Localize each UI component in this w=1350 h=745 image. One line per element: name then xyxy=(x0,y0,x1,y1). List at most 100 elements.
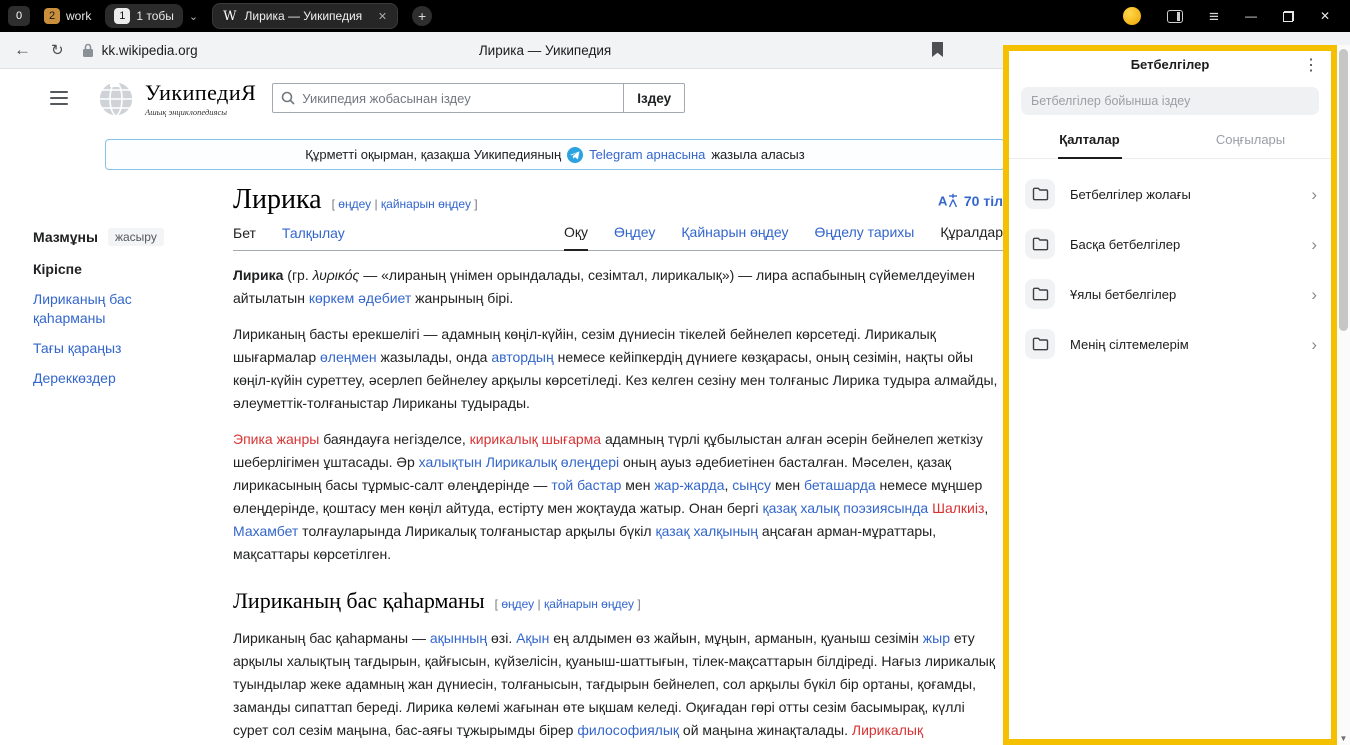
article-link[interactable]: ақынның xyxy=(430,630,487,646)
toc-item-references[interactable]: Дереккөздер xyxy=(33,369,183,388)
tab-recent[interactable]: Соңғылары xyxy=(1170,123,1331,158)
page-scrollbar[interactable]: ▼ xyxy=(1337,45,1350,745)
article-link[interactable]: жар-жарда xyxy=(654,477,724,493)
table-of-contents: Мазмұны жасыру Кіріспе Лириканың бас қаһ… xyxy=(33,184,233,745)
article-link[interactable]: қазақ халқының xyxy=(655,523,757,539)
page-tab-history[interactable]: Өңделу тарихы xyxy=(814,224,914,250)
folder-icon xyxy=(1025,229,1055,259)
folder-label: Ұялы бетбелгілер xyxy=(1070,287,1296,302)
article-link[interactable]: той бастар xyxy=(551,477,621,493)
folder-mobile-bookmarks[interactable]: Ұялы бетбелгілер › xyxy=(1009,269,1331,319)
page-tab-read[interactable]: Оқу xyxy=(564,224,588,251)
article-red-link[interactable]: кирикалық шығарма xyxy=(470,431,601,447)
page-tab-talk[interactable]: Талқылау xyxy=(282,225,345,250)
folder-label: Басқа бетбелгілер xyxy=(1070,237,1296,252)
browser-window: 0 2 work 1 1 тобы ⌄ W Лирика — Уикипедия… xyxy=(0,0,1350,745)
article-text: Лириканың бас қаһарманы — xyxy=(233,630,430,646)
bookmark-flag-icon[interactable] xyxy=(932,42,943,57)
reload-button[interactable]: ↻ xyxy=(51,41,64,59)
article-red-link[interactable]: Шалкиіз xyxy=(932,500,984,516)
window-minimize-button[interactable]: — xyxy=(1245,9,1257,23)
kebab-menu-icon[interactable]: ⋮ xyxy=(1303,55,1319,75)
language-selector-button[interactable]: A 70 тіл xyxy=(938,193,1003,209)
active-tab[interactable]: W Лирика — Уикипедия ✕ xyxy=(212,3,398,29)
wiki-hamburger-icon[interactable] xyxy=(50,91,68,105)
window-close-button[interactable]: ✕ xyxy=(1320,9,1330,23)
article-red-link[interactable]: Эпика жанры xyxy=(233,431,319,447)
toc-hide-button[interactable]: жасыру xyxy=(108,228,164,246)
window-maximize-button[interactable] xyxy=(1283,11,1294,22)
tab-group-current-label: 1 тобы xyxy=(136,9,174,23)
folder-label: Бетбелгілер жолағы xyxy=(1070,187,1296,202)
tab-counter-badge[interactable]: 0 xyxy=(8,6,30,26)
article-link[interactable]: халықтын xyxy=(419,454,482,470)
chevron-right-icon: › xyxy=(1311,336,1317,353)
scrollbar-thumb[interactable] xyxy=(1339,49,1348,331)
wiki-search-button[interactable]: Іздеу xyxy=(623,83,685,113)
wiki-logo-title: УикипедиЯ xyxy=(145,80,256,106)
page-tab-edit[interactable]: Өңдеу xyxy=(614,224,655,250)
scrollbar-down-icon[interactable]: ▼ xyxy=(1337,734,1350,743)
new-tab-button[interactable]: + xyxy=(412,6,432,26)
article-text: өзі. xyxy=(487,630,516,646)
edit-source-link[interactable]: қайнарын өңдеу xyxy=(544,597,634,611)
edit-source-link[interactable]: қайнарын өңдеу xyxy=(381,197,471,211)
tab-folders[interactable]: Қалталар xyxy=(1009,123,1170,158)
bracket: [ xyxy=(332,197,335,211)
bookmarks-search-input[interactable] xyxy=(1031,94,1309,108)
wiki-search-input[interactable] xyxy=(302,91,615,106)
title-edit-links: [ өңдеу | қайнарын өңдеу ] xyxy=(332,197,478,211)
article-text: ой маңына жинақталады. xyxy=(679,722,852,738)
article-link[interactable]: Махамбет xyxy=(233,523,298,539)
tab-close-icon[interactable]: ✕ xyxy=(378,10,387,23)
edit-link[interactable]: өңдеу xyxy=(338,197,371,211)
banner-text-after: жазыла аласыз xyxy=(711,147,804,162)
article-link[interactable]: қазақ халық поэзиясында xyxy=(762,500,928,516)
article-link[interactable]: өлеңмен xyxy=(320,349,377,365)
telegram-channel-link[interactable]: Telegram арнасына xyxy=(589,147,705,162)
page-tab-edit-source[interactable]: Қайнарын өңдеу xyxy=(681,224,788,250)
back-button[interactable]: ← xyxy=(14,40,31,60)
article-paragraph: Эпика жанры баяндауға негізделсе, кирика… xyxy=(233,428,1003,566)
article-link[interactable]: жыр xyxy=(923,630,950,646)
edit-link[interactable]: өңдеу xyxy=(501,597,534,611)
language-icon: A xyxy=(938,193,958,208)
lock-icon xyxy=(82,43,94,58)
article-link[interactable]: беташарда xyxy=(804,477,876,493)
toc-item-main-character[interactable]: Лириканың бас қаһарманы xyxy=(33,290,183,328)
wikipedia-logo-lockup[interactable]: УикипедиЯ Ашық энциклопедиясы xyxy=(96,78,256,118)
article-link[interactable]: автордың xyxy=(491,349,553,365)
article-link[interactable]: философиялық xyxy=(577,722,679,738)
article-main: Лирика [ өңдеу | қайнарын өңдеу ] xyxy=(233,184,1003,745)
site-security-chip[interactable]: kk.wikipedia.org xyxy=(82,43,198,58)
toc-item-see-also[interactable]: Тағы қараңыз xyxy=(33,339,183,358)
article-text: λυρικός xyxy=(313,267,360,283)
page-tabs: Бет Талқылау Оқу Өңдеу Қайнарын өңдеу Өң… xyxy=(233,224,1003,251)
bookmarks-panel: Бетбелгілер ⋮ Қалталар Соңғылары Бетбелг… xyxy=(1003,45,1337,745)
article-link[interactable]: Ақын xyxy=(516,630,549,646)
chevron-right-icon: › xyxy=(1311,236,1317,253)
page-tab-article[interactable]: Бет xyxy=(233,225,256,250)
article-text: мен xyxy=(771,477,804,493)
folder-bookmarks-bar[interactable]: Бетбелгілер жолағы › xyxy=(1009,169,1331,219)
page-tab-tools[interactable]: Құралдар xyxy=(940,224,1003,250)
search-icon xyxy=(281,91,295,105)
wikipedia-favicon: W xyxy=(223,9,236,24)
browser-tab-bar: 0 2 work 1 1 тобы ⌄ W Лирика — Уикипедия… xyxy=(0,0,1350,32)
browser-menu-icon[interactable]: ≡ xyxy=(1209,8,1219,25)
folder-other-bookmarks[interactable]: Басқа бетбелгілер › xyxy=(1009,219,1331,269)
article-link[interactable]: сыңсу xyxy=(732,477,771,493)
folder-icon xyxy=(1025,179,1055,209)
tab-group-work[interactable]: 2 work xyxy=(44,8,91,24)
side-panel-icon[interactable] xyxy=(1167,10,1183,23)
folder-my-links[interactable]: Менің сілтемелерім › xyxy=(1009,319,1331,369)
article-link[interactable]: көркем әдебиет xyxy=(309,290,411,306)
wiki-search: Іздеу xyxy=(272,83,685,113)
assistant-icon[interactable] xyxy=(1123,7,1141,25)
toc-item-intro[interactable]: Кіріспе xyxy=(33,260,183,279)
tab-group-dropdown-icon[interactable]: ⌄ xyxy=(189,10,198,23)
bookmarks-search[interactable] xyxy=(1021,87,1319,115)
tab-group-current[interactable]: 1 1 тобы xyxy=(105,4,183,28)
folder-icon xyxy=(1025,329,1055,359)
article-link[interactable]: Лирикалық өлеңдері xyxy=(486,454,619,470)
